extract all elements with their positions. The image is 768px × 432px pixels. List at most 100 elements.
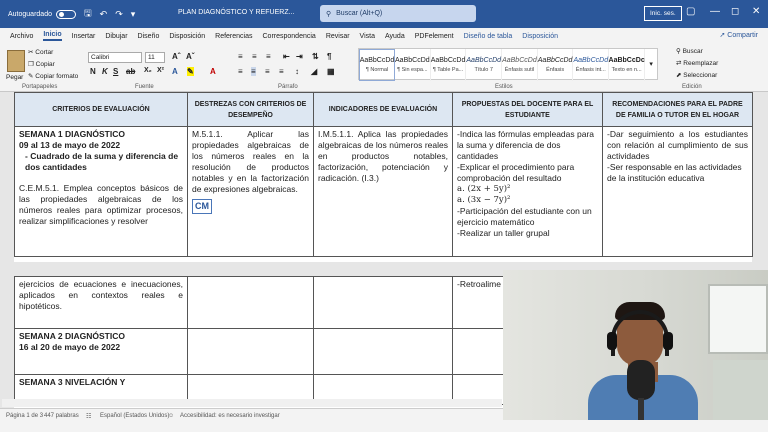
redo-icon[interactable]: ↷ [115, 9, 123, 20]
ribbon-display-icon[interactable]: ▢ [686, 6, 695, 17]
indicator-cell[interactable]: I.M.5.1.1. Aplica las propiedades algebr… [313, 126, 453, 257]
style-subtle-emphasis[interactable]: AaBbCcDd Énfasis sutil [502, 49, 538, 81]
table-cell[interactable] [313, 328, 453, 375]
language-status[interactable]: Español (Estados Unidos) [100, 413, 169, 419]
page-count[interactable]: Página 1 de 3 [6, 413, 43, 419]
week2-cell[interactable]: SEMANA 2 DIAGNÓSTICO 16 al 20 de mayo de… [14, 328, 188, 375]
skill-cell-cont[interactable] [187, 276, 314, 329]
grow-font-icon[interactable]: Aˆ [172, 52, 180, 61]
indicator-cell-cont[interactable] [313, 276, 453, 329]
maximize-icon[interactable]: ◻ [731, 6, 739, 17]
bold-icon[interactable]: N [90, 67, 96, 76]
table-cell[interactable] [187, 328, 314, 375]
tab-diseno[interactable]: Diseño [138, 33, 160, 40]
style-strong[interactable]: AaBbCcDc Texto en n... [609, 49, 646, 81]
style-no-spacing[interactable]: AaBbCcDd ¶ Sin espa... [395, 49, 431, 81]
tab-disposicion[interactable]: Disposición [169, 33, 205, 40]
select-button[interactable]: ⬈ Seleccionar [676, 71, 717, 79]
share-button[interactable]: ➚ Compartir [719, 31, 758, 39]
tab-inicio[interactable]: Inicio [43, 31, 62, 41]
search-box[interactable]: ⚲ Buscar (Alt+Q) [320, 5, 476, 22]
save-icon[interactable]: 🖫 [84, 6, 92, 22]
customize-icon[interactable]: ▾ [131, 9, 136, 20]
tab-vista[interactable]: Vista [360, 33, 375, 40]
style-name: Énfasis [546, 67, 565, 73]
skill-cell[interactable]: M.5.1.1. Aplicar las propiedades algebra… [187, 126, 314, 257]
style-intense-emphasis[interactable]: AaBbCcDd Énfasis int... [573, 49, 610, 81]
borders-icon[interactable]: ▦ [327, 67, 335, 76]
tab-pdfelement[interactable]: PDFelement [415, 33, 454, 40]
tab-correspondencia[interactable]: Correspondencia [263, 33, 316, 40]
paste-button[interactable]: Pegar [6, 74, 23, 81]
microphone-icon [627, 360, 655, 400]
autosave-toggle[interactable] [55, 9, 76, 19]
paste-icon[interactable] [7, 50, 25, 72]
font-name-select[interactable]: Calibri [88, 52, 142, 63]
headphone-left [607, 332, 617, 350]
justify-icon[interactable]: ≡ [279, 67, 284, 76]
italic-icon[interactable]: K [102, 67, 108, 76]
align-center-icon[interactable]: ≡ [251, 67, 256, 76]
strikethrough-icon[interactable]: ab [126, 67, 135, 76]
recommendation-item: -Ser responsable en las actividades de l… [607, 162, 742, 183]
criterion-cell[interactable]: SEMANA 1 DIAGNÓSTICO 09 al 13 de mayo de… [14, 126, 188, 257]
styles-more-icon[interactable]: ▾ [645, 49, 657, 79]
word-count[interactable]: 447 palabras [44, 413, 79, 419]
shrink-font-icon[interactable]: Aˇ [186, 52, 194, 61]
copy-button[interactable]: ❐ Copiar [28, 60, 55, 68]
font-size-select[interactable]: 11 [145, 52, 165, 63]
tab-dibujar[interactable]: Dibujar [105, 33, 127, 40]
minimize-icon[interactable]: — [710, 6, 720, 17]
accessibility-status[interactable]: Accesibilidad: es necesario investigar [180, 413, 280, 419]
highlight-icon[interactable]: ✎ [187, 67, 194, 76]
tab-revisar[interactable]: Revisar [326, 33, 350, 40]
format-painter-button[interactable]: ✎ Copiar formato [28, 72, 78, 80]
header-destrezas: DESTREZAS CON CRITERIOS DE DESEMPEÑO [187, 92, 314, 127]
subscript-icon[interactable]: X₂ [144, 67, 152, 74]
align-left-icon[interactable]: ≡ [238, 67, 243, 76]
tab-disposicion-tabla[interactable]: Disposición [522, 33, 558, 40]
replace-button[interactable]: ⇄ Reemplazar [676, 59, 718, 67]
multilevel-icon[interactable]: ≡ [266, 52, 271, 61]
find-button[interactable]: ⚲ Buscar [676, 47, 703, 55]
style-name: ¶ Normal [365, 67, 389, 73]
increase-indent-icon[interactable]: ⇥ [296, 52, 303, 61]
recommendation-item: -Dar seguimiento a los estudiantes con r… [607, 129, 748, 161]
tab-insertar[interactable]: Insertar [72, 33, 96, 40]
text-effects-icon[interactable]: A [172, 67, 178, 76]
superscript-icon[interactable]: X² [157, 67, 164, 74]
recommendations-cell[interactable]: -Dar seguimiento a los estudiantes con r… [602, 126, 753, 257]
decrease-indent-icon[interactable]: ⇤ [283, 52, 290, 61]
tab-archivo[interactable]: Archivo [10, 33, 33, 40]
tab-ayuda[interactable]: Ayuda [385, 33, 405, 40]
pilcrow-icon[interactable]: ¶ [327, 52, 331, 61]
style-heading-7[interactable]: AaBbCcDd Título 7 [466, 49, 503, 81]
proposals-cell[interactable]: -Indica las fórmulas empleadas para la s… [452, 126, 603, 257]
topic: - Cuadrado de la suma y diferencia de do… [25, 151, 179, 172]
close-icon[interactable]: ✕ [752, 6, 760, 17]
horizontal-scrollbar[interactable] [2, 399, 502, 407]
undo-icon[interactable]: ↶ [100, 9, 108, 20]
style-emphasis[interactable]: AaBbCcDd Énfasis [538, 49, 574, 81]
criterion-cell-cont[interactable]: ejercicios de ecuaciones e inecuaciones,… [14, 276, 188, 329]
line-spacing-icon[interactable]: ↕ [295, 67, 299, 76]
numbering-icon[interactable]: ≡ [252, 52, 257, 61]
style-table-paragraph[interactable]: AaBbCcDd ¶ Table Pa... [431, 49, 467, 81]
font-color-icon[interactable]: A [210, 67, 216, 76]
style-preview: AaBbCcDd [395, 57, 430, 64]
underline-icon[interactable]: S [113, 67, 118, 76]
search-icon: ⚲ [676, 48, 683, 55]
tab-diseno-tabla[interactable]: Diseño de tabla [464, 33, 513, 40]
accessibility-icon[interactable]: ☺ [168, 413, 174, 419]
sign-in-button[interactable]: Inic. ses. [644, 6, 682, 21]
bullets-icon[interactable]: ≡ [238, 52, 243, 61]
cut-button[interactable]: ✂ Cortar [28, 48, 53, 56]
criterion-text: C.E.M.5.1. Emplea conceptos básicos de l… [19, 183, 183, 226]
shading-icon[interactable]: ◢ [311, 67, 317, 76]
header-indicadores: INDICADORES DE EVALUACIÓN [313, 92, 453, 127]
proofing-icon[interactable]: ☷ [86, 413, 91, 420]
sort-icon[interactable]: ⇅ [312, 52, 319, 61]
style-normal[interactable]: AaBbCcDd ¶ Normal [359, 49, 395, 81]
tab-referencias[interactable]: Referencias [215, 33, 252, 40]
align-right-icon[interactable]: ≡ [265, 67, 270, 76]
